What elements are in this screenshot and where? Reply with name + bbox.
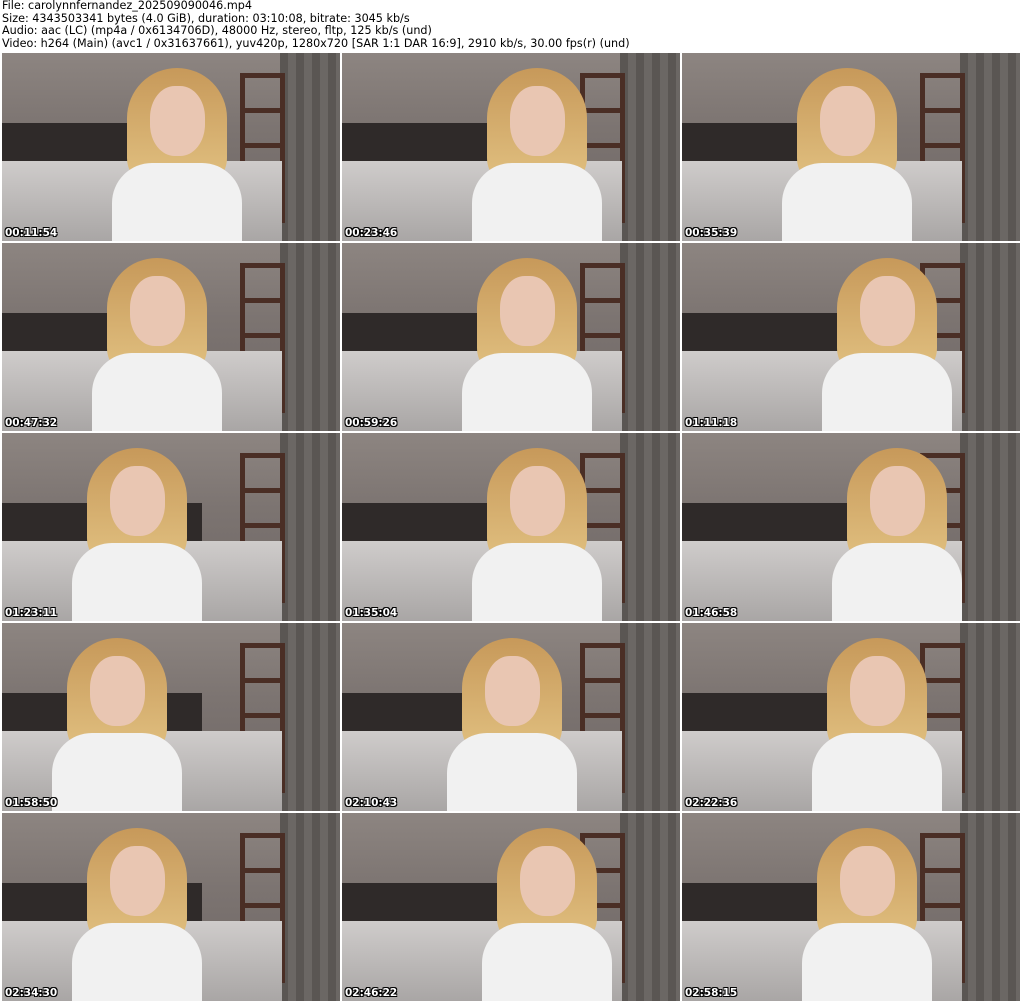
person-figure [782,68,912,241]
curtain [280,433,340,621]
video-thumbnail: 00:47:32 [2,243,340,431]
face [90,656,145,726]
curtain [280,623,340,811]
person-figure [72,448,202,621]
video-thumbnail: 01:46:58 [682,433,1020,621]
shirt [482,923,612,1001]
timestamp: 01:35:04 [345,607,398,619]
timestamp: 00:11:54 [5,227,58,239]
shirt [822,353,952,431]
curtain [960,813,1020,1001]
face [850,656,905,726]
video-thumbnail: 02:10:43 [342,623,680,811]
curtain [280,53,340,241]
file-info-header: File: carolynnfernandez_202509090046.mp4… [2,0,630,50]
video-thumbnail: 02:34:30 [2,813,340,1001]
timestamp: 01:11:18 [685,417,738,429]
video-thumbnail: 01:35:04 [342,433,680,621]
person-figure [822,258,952,431]
face [130,276,185,346]
person-figure [802,828,932,1001]
person-figure [447,638,577,811]
face [150,86,205,156]
video-thumbnail: 00:11:54 [2,53,340,241]
video-info: Video: h264 (Main) (avc1 / 0x31637661), … [2,36,630,50]
curtain [620,243,680,431]
video-thumbnail: 00:23:46 [342,53,680,241]
shirt [802,923,932,1001]
shirt [72,543,202,621]
curtain [960,623,1020,811]
video-thumbnail: 01:23:11 [2,433,340,621]
timestamp: 02:22:36 [685,797,738,809]
timestamp: 00:35:39 [685,227,738,239]
video-thumbnail: 01:58:50 [2,623,340,811]
face [840,846,895,916]
face [860,276,915,346]
person-figure [72,828,202,1001]
timestamp: 00:23:46 [345,227,398,239]
face [870,466,925,536]
shirt [782,163,912,241]
timestamp: 02:46:22 [345,987,398,999]
face [110,846,165,916]
face [520,846,575,916]
timestamp: 02:58:15 [685,987,738,999]
person-figure [812,638,942,811]
shirt [92,353,222,431]
video-thumbnail: 00:35:39 [682,53,1020,241]
timestamp: 00:59:26 [345,417,398,429]
curtain [280,813,340,1001]
face [820,86,875,156]
video-thumbnail: 01:11:18 [682,243,1020,431]
video-thumbnail: 02:58:15 [682,813,1020,1001]
timestamp: 02:34:30 [5,987,58,999]
curtain [960,433,1020,621]
person-figure [112,68,242,241]
thumbnail-grid: 00:11:54 00:23:46 00:35:39 00:47:32 00:5… [2,53,1020,1001]
shirt [462,353,592,431]
shirt [472,163,602,241]
timestamp: 01:58:50 [5,797,58,809]
video-thumbnail: 00:59:26 [342,243,680,431]
curtain [620,433,680,621]
shirt [832,543,962,621]
person-figure [462,258,592,431]
face [510,466,565,536]
person-figure [472,68,602,241]
shirt [72,923,202,1001]
timestamp: 01:23:11 [5,607,58,619]
curtain [620,813,680,1001]
shirt [112,163,242,241]
person-figure [482,828,612,1001]
shirt [812,733,942,811]
video-thumbnail: 02:46:22 [342,813,680,1001]
person-figure [832,448,962,621]
face [500,276,555,346]
face [110,466,165,536]
person-figure [92,258,222,431]
shirt [447,733,577,811]
curtain [620,623,680,811]
audio-info: Audio: aac (LC) (mp4a / 0x6134706D), 480… [2,24,432,38]
curtain [960,243,1020,431]
person-figure [52,638,182,811]
video-thumbnail: 02:22:36 [682,623,1020,811]
shirt [472,543,602,621]
curtain [960,53,1020,241]
timestamp: 00:47:32 [5,417,58,429]
shirt [52,733,182,811]
timestamp: 01:46:58 [685,607,738,619]
person-figure [472,448,602,621]
face [485,656,540,726]
timestamp: 02:10:43 [345,797,398,809]
curtain [280,243,340,431]
curtain [620,53,680,241]
face [510,86,565,156]
file-name: File: carolynnfernandez_202509090046.mp4 [2,0,252,12]
